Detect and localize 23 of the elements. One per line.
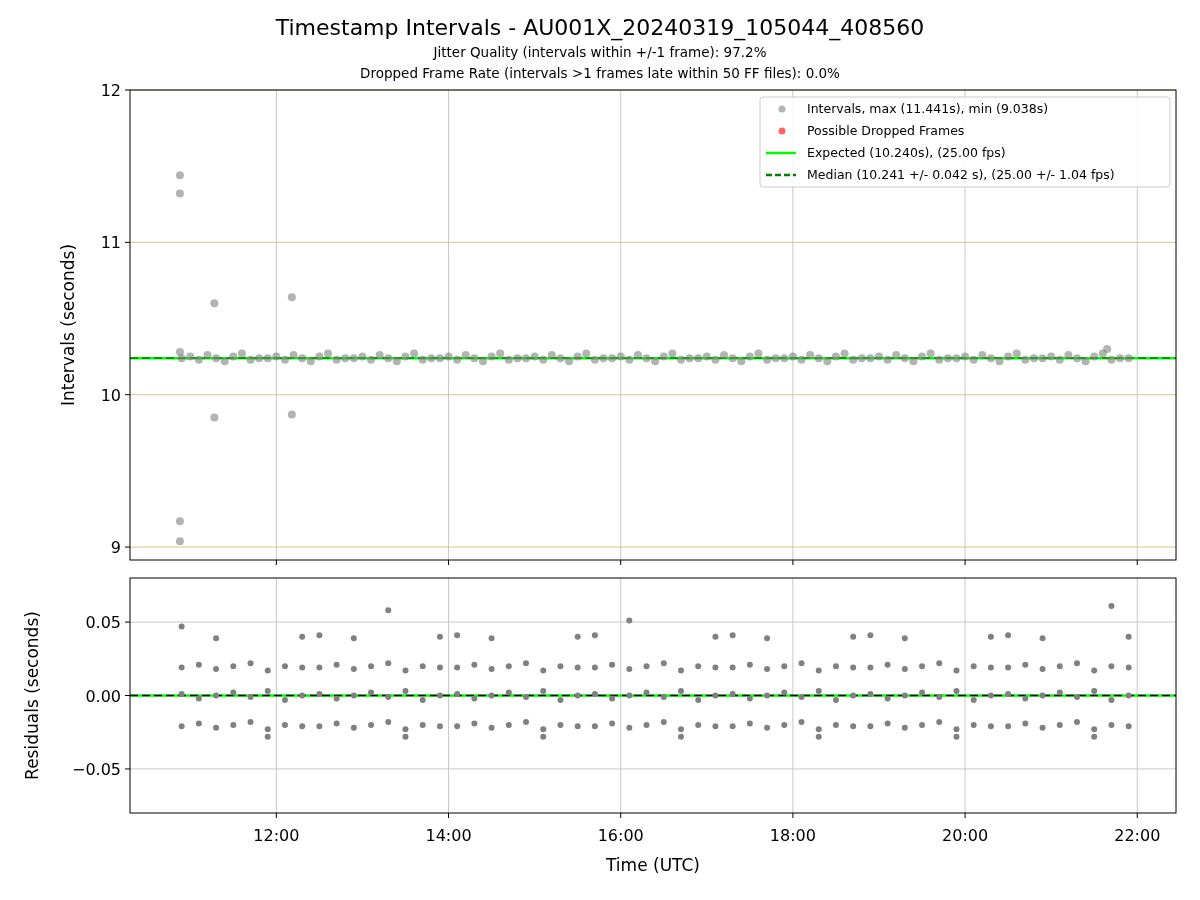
chart-title: Timestamp Intervals - AU001X_20240319_105044_408560 [275,14,925,42]
tick-label: 11 [100,233,121,253]
legend-label: Intervals, max (11.441s), min (9.038s) [807,101,1049,116]
tick-label: 18:00 [769,826,816,845]
tick-label: 20:00 [942,826,989,845]
tick-label: 0.05 [85,613,121,633]
chart-subtitle: Dropped Frame Rate (intervals >1 frames late within 50 FF files): 0.0% [360,64,840,83]
tick-label: 0.00 [85,686,121,706]
tick-label: 16:00 [597,826,644,845]
axis-label: Residuals (seconds) [22,611,42,780]
axis-label: Intervals (seconds) [58,243,78,407]
tick-label: 22:00 [1114,826,1161,845]
tick-label: 14:00 [425,826,472,845]
legend-label: Possible Dropped Frames [807,123,965,138]
axis-label: Time (UTC) [606,855,700,875]
tick-label: 10 [100,385,121,405]
tick-label: 9 [110,538,121,558]
tick-label: −0.05 [71,759,121,779]
legend-label: Expected (10.240s), (25.00 fps) [807,145,1006,160]
tick-label: 12:00 [253,826,300,845]
tick-label: 12 [100,84,121,100]
chart-subtitle: Jitter Quality (intervals within +/-1 frame): 97.2% [433,43,767,62]
legend-label: Median (10.241 +/- 0.042 s), (25.00 +/- 1.04 fps) [807,167,1115,182]
